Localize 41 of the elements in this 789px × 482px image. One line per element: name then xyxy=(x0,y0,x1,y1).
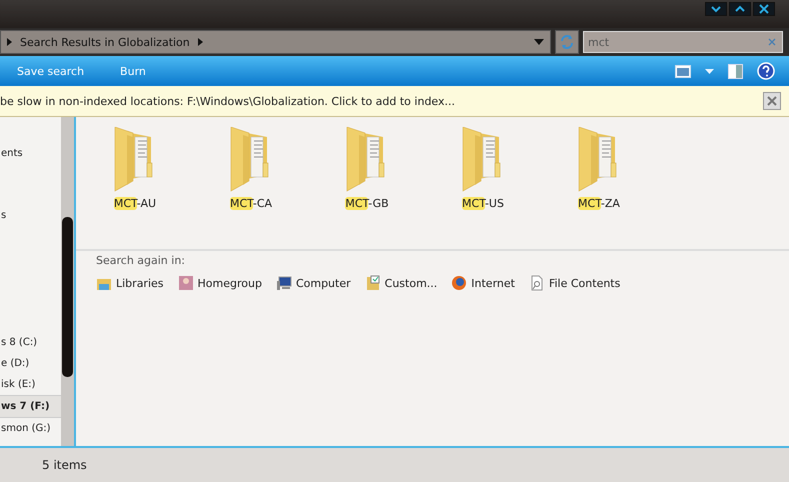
maximize-button[interactable] xyxy=(729,2,751,16)
chevron-up-icon xyxy=(735,5,745,13)
document-search-icon xyxy=(528,275,545,291)
user-picture-icon xyxy=(178,275,194,291)
dropdown-arrow-icon[interactable] xyxy=(705,68,714,74)
sidebar-item[interactable]: ents xyxy=(0,143,61,164)
scrollbar[interactable] xyxy=(61,117,74,446)
address-bar[interactable]: Search Results in Globalization xyxy=(0,30,551,54)
close-button[interactable] xyxy=(753,2,775,16)
refresh-button[interactable] xyxy=(555,30,579,54)
sidebar-item[interactable]: s 8 (C:) xyxy=(0,332,61,353)
chevron-icon xyxy=(198,38,203,46)
preview-pane-icon[interactable] xyxy=(728,64,743,78)
search-location-link[interactable]: Custom... xyxy=(364,275,438,291)
sidebar-item[interactable]: s xyxy=(0,205,61,226)
refresh-icon xyxy=(559,34,575,50)
close-button[interactable] xyxy=(763,92,781,110)
item-count: 5 items xyxy=(42,458,87,472)
search-location-link[interactable]: Computer xyxy=(276,275,351,291)
search-again-heading: Search again in: xyxy=(96,254,186,267)
sidebar-item[interactable]: ws 7 (F:) xyxy=(0,395,61,418)
close-icon xyxy=(759,4,769,14)
folder-check-icon xyxy=(364,275,381,291)
computer-icon xyxy=(276,275,292,291)
scrollbar-thumb[interactable] xyxy=(62,217,73,377)
minimize-button[interactable] xyxy=(705,2,727,16)
chevron-icon xyxy=(7,38,12,46)
search-location-link[interactable]: Internet xyxy=(451,275,515,291)
sidebar-item[interactable]: isk (E:) xyxy=(0,374,61,395)
chevron-down-icon xyxy=(711,5,721,13)
dropdown-arrow-icon xyxy=(534,39,544,45)
picture-view-icon[interactable] xyxy=(675,64,691,78)
sidebar-item[interactable]: e (D:) xyxy=(0,353,61,374)
close-icon xyxy=(767,96,777,106)
search-location-link[interactable]: Libraries xyxy=(96,275,164,291)
breadcrumb[interactable]: Search Results in Globalization xyxy=(20,36,190,48)
globe-icon xyxy=(451,275,468,291)
help-icon[interactable] xyxy=(757,62,775,80)
search-location-link[interactable]: Homegroup xyxy=(178,275,262,291)
sidebar-item[interactable]: smon (G:) xyxy=(0,418,61,439)
search-location-link[interactable]: File Contents xyxy=(528,275,620,291)
